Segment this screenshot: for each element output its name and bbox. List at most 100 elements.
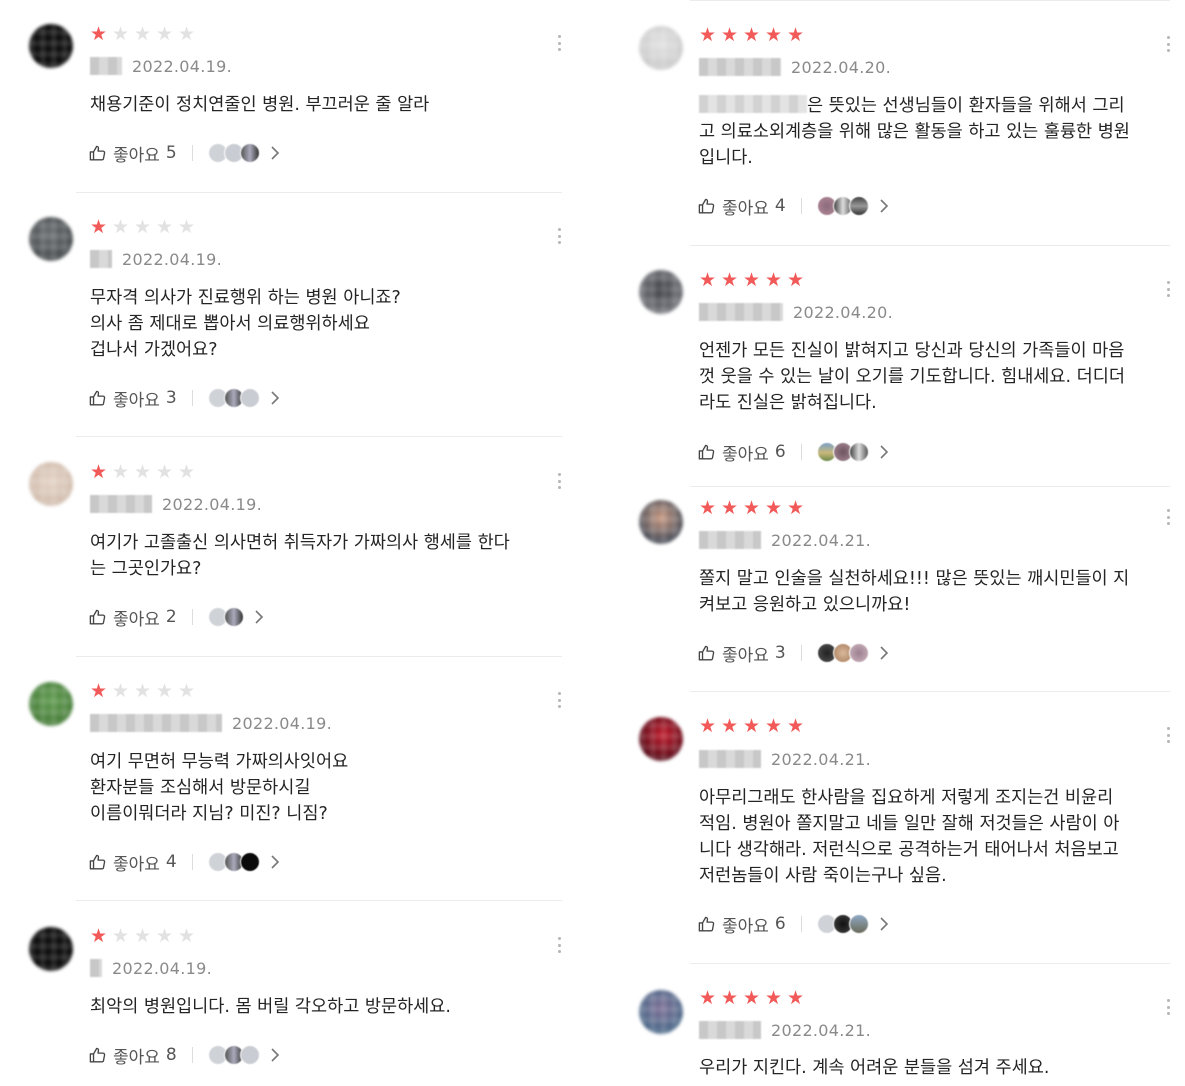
review-meta: 2022.04.21. — [699, 530, 871, 550]
review-date: 2022.04.19. — [232, 713, 332, 733]
like-label: 좋아요 — [113, 145, 160, 166]
like-label: 좋아요 — [113, 1047, 160, 1068]
star-icon: ★ — [720, 269, 739, 291]
like-row: 좋아요 3 — [697, 640, 889, 666]
thumbs-up-icon — [89, 1047, 106, 1063]
avatar[interactable] — [639, 717, 683, 761]
star-rating: ★ ★ ★ ★ ★ — [88, 217, 197, 237]
liker-avatars[interactable] — [816, 914, 889, 934]
chevron-right-icon — [880, 199, 888, 213]
masked-text — [699, 95, 807, 113]
avatar[interactable] — [29, 217, 73, 261]
divider — [191, 390, 193, 406]
avatar[interactable] — [639, 26, 683, 70]
liker-avatars[interactable] — [207, 388, 280, 408]
more-vertical-icon[interactable] — [1163, 507, 1173, 527]
divider — [800, 444, 802, 460]
avatar[interactable] — [639, 500, 683, 544]
star-icon: ★ — [720, 497, 739, 519]
star-rating: ★ ★ ★ ★ ★ — [88, 462, 197, 482]
review-date: 2022.04.19. — [122, 249, 222, 269]
more-vertical-icon[interactable] — [554, 226, 564, 246]
avatar[interactable] — [29, 462, 73, 506]
more-vertical-icon[interactable] — [554, 690, 564, 710]
liker-avatar — [239, 1045, 260, 1065]
nickname-masked — [90, 57, 122, 75]
liker-avatars[interactable] — [207, 1045, 280, 1065]
more-vertical-icon[interactable] — [1163, 34, 1173, 54]
star-icon: ★ — [177, 925, 196, 947]
like-button[interactable]: 좋아요 4 — [88, 850, 177, 875]
more-vertical-icon[interactable] — [554, 935, 564, 955]
like-row: 좋아요 8 — [88, 1042, 280, 1068]
like-button[interactable]: 좋아요 8 — [88, 1043, 177, 1068]
star-icon: ★ — [720, 715, 739, 737]
divider — [76, 192, 562, 193]
star-icon: ★ — [786, 24, 805, 46]
avatar[interactable] — [639, 990, 683, 1034]
liker-avatars[interactable] — [816, 442, 889, 462]
review-text: 아무리그래도 한사람을 집요하게 저렇게 조지는건 비윤리 적임. 병원아 쫄지… — [699, 788, 1120, 886]
star-icon: ★ — [786, 269, 805, 291]
star-icon: ★ — [742, 715, 761, 737]
like-label: 좋아요 — [722, 645, 769, 666]
star-icon: ★ — [133, 216, 152, 238]
like-row: 좋아요 3 — [88, 385, 280, 411]
review-date: 2022.04.20. — [793, 302, 893, 322]
liker-avatars[interactable] — [207, 143, 280, 163]
like-button[interactable]: 좋아요 4 — [697, 194, 786, 219]
more-vertical-icon[interactable] — [1163, 725, 1173, 745]
star-icon: ★ — [155, 23, 174, 45]
review-date: 2022.04.19. — [132, 56, 232, 76]
star-icon: ★ — [764, 269, 783, 291]
star-icon: ★ — [89, 680, 108, 702]
nickname-masked — [699, 750, 761, 768]
more-vertical-icon[interactable] — [1163, 997, 1173, 1017]
star-icon: ★ — [177, 461, 196, 483]
avatar[interactable] — [29, 682, 73, 726]
liker-avatars[interactable] — [816, 643, 889, 663]
chevron-right-icon — [271, 1048, 279, 1062]
like-button[interactable]: 좋아요 3 — [697, 641, 786, 666]
review-text: 최악의 병원입니다. 몸 버릴 각오하고 방문하세요. — [90, 997, 451, 1017]
liker-avatars[interactable] — [207, 852, 280, 872]
star-icon: ★ — [155, 461, 174, 483]
nickname-masked — [90, 714, 222, 732]
chevron-right-icon — [271, 391, 279, 405]
avatar[interactable] — [639, 270, 683, 314]
more-vertical-icon[interactable] — [1163, 279, 1173, 299]
liker-avatars[interactable] — [816, 196, 889, 216]
like-button[interactable]: 좋아요 3 — [88, 386, 177, 411]
thumbs-up-icon — [89, 145, 106, 161]
review-date: 2022.04.21. — [771, 1020, 871, 1040]
like-button[interactable]: 좋아요 5 — [88, 141, 177, 166]
divider — [690, 963, 1170, 964]
more-vertical-icon[interactable] — [554, 471, 564, 491]
divider — [800, 645, 802, 661]
star-icon: ★ — [177, 23, 196, 45]
divider — [76, 900, 562, 901]
review-text: 우리가 지킨다. 계속 어려운 분들을 섬겨 주세요. — [699, 1058, 1050, 1078]
review-date: 2022.04.21. — [771, 749, 871, 769]
like-row: 좋아요 6 — [697, 439, 889, 465]
liker-avatar — [239, 388, 260, 408]
thumbs-up-icon — [89, 854, 106, 870]
star-icon: ★ — [111, 216, 130, 238]
star-icon: ★ — [133, 461, 152, 483]
star-icon: ★ — [89, 23, 108, 45]
avatar[interactable] — [29, 927, 73, 971]
star-icon: ★ — [720, 987, 739, 1009]
divider — [800, 916, 802, 932]
star-icon: ★ — [177, 216, 196, 238]
like-button[interactable]: 좋아요 6 — [697, 440, 786, 465]
like-button[interactable]: 좋아요 2 — [88, 605, 177, 630]
avatar[interactable] — [29, 24, 73, 68]
liker-avatars[interactable] — [207, 607, 264, 627]
more-vertical-icon[interactable] — [554, 33, 564, 53]
star-icon: ★ — [742, 497, 761, 519]
like-label: 좋아요 — [722, 916, 769, 937]
star-icon: ★ — [742, 24, 761, 46]
like-button[interactable]: 좋아요 6 — [697, 912, 786, 937]
star-icon: ★ — [111, 680, 130, 702]
like-label: 좋아요 — [113, 609, 160, 630]
